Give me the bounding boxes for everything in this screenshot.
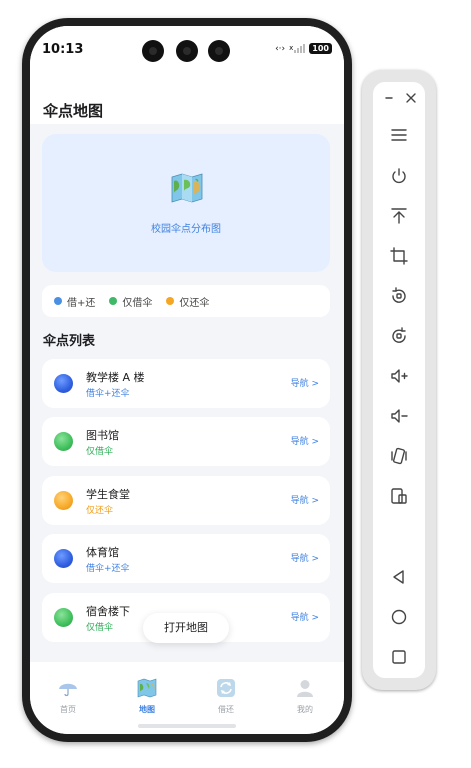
station-type: 仅借伞 [86, 623, 114, 633]
legend-dot-green [109, 297, 118, 305]
close-button[interactable] [397, 86, 425, 110]
map-card-label: 校园伞点分布图 [151, 224, 221, 235]
shake-icon [391, 447, 407, 465]
tab-borrow-return[interactable]: 借还 [196, 678, 256, 715]
volume-up-icon [391, 369, 408, 383]
station-status-ball [54, 608, 73, 627]
legend-dot-blue [54, 297, 62, 305]
legend-item-borrow-only: 仅借伞 [109, 294, 152, 309]
status-icons: ‹·› x 100 [275, 43, 332, 54]
minimize-button[interactable] [373, 86, 399, 110]
station-type: 仅还伞 [86, 506, 114, 516]
station-status-ball [54, 491, 73, 510]
phone-screen: 10:13 ‹·› x 100 伞点地图 校园伞点分布图 借+还 仅借伞 仅还伞… [30, 26, 344, 734]
navigate-link[interactable]: 导航 > [291, 434, 319, 447]
crop-icon [390, 247, 408, 265]
legend-bar: 借+还 仅借伞 仅还伞 [42, 285, 330, 317]
legend-label: 仅借伞 [122, 297, 153, 309]
tab-map[interactable]: 地图 [117, 678, 177, 715]
station-status-ball [54, 432, 73, 451]
data-transfer-icon: ‹·› [275, 43, 286, 54]
menu-button[interactable] [373, 123, 425, 147]
umbrella-icon [59, 683, 77, 697]
phone-frame: 10:13 ‹·› x 100 伞点地图 校园伞点分布图 借+还 仅借伞 仅还伞… [22, 18, 352, 742]
menu-icon [391, 129, 407, 141]
navigate-link[interactable]: 导航 > [291, 376, 319, 389]
station-name: 学生食堂 [86, 488, 130, 501]
camera-icon [176, 40, 198, 62]
tab-label: 地图 [139, 705, 155, 714]
station-status-ball [54, 549, 73, 568]
rotate-right-button[interactable] [373, 324, 425, 348]
legend-label: 仅还伞 [179, 297, 210, 309]
legend-item-return-only: 仅还伞 [166, 294, 209, 309]
rotate-left-button[interactable] [373, 284, 425, 308]
always-on-top-button[interactable] [373, 204, 425, 228]
screenshot-button[interactable] [373, 484, 425, 508]
tab-label: 借还 [218, 705, 234, 714]
legend-item-borrow-return: 借+还 [54, 294, 95, 309]
station-name: 体育馆 [86, 546, 119, 559]
pin-top-icon [391, 208, 407, 224]
station-item[interactable]: 图书馆 仅借伞 导航 > [42, 417, 330, 466]
crop-button[interactable] [373, 244, 425, 268]
camera-icon [208, 40, 230, 62]
camera-icon [142, 40, 164, 62]
overview-icon [392, 650, 406, 664]
station-item[interactable]: 体育馆 借伞+还伞 导航 > [42, 534, 330, 583]
emulator-toolbar-panel [373, 82, 425, 678]
signal-icon: x [289, 44, 306, 53]
legend-dot-orange [166, 297, 175, 305]
rotate-right-icon [392, 327, 406, 343]
refresh-icon [217, 679, 235, 697]
tab-label: 我的 [297, 705, 313, 714]
station-name: 宿舍楼下 [86, 605, 130, 618]
navigate-link[interactable]: 导航 > [291, 610, 319, 623]
page-title: 伞点地图 [43, 102, 104, 120]
navigate-link[interactable]: 导航 > [291, 493, 319, 506]
tab-profile[interactable]: 我的 [275, 678, 335, 715]
folded-map-icon [171, 173, 203, 203]
user-icon [297, 680, 313, 697]
tab-home[interactable]: 首页 [38, 678, 98, 715]
home-icon [391, 609, 407, 625]
home-indicator[interactable] [138, 724, 236, 728]
station-list-title: 伞点列表 [43, 334, 96, 349]
campus-map-card[interactable]: 校园伞点分布图 [42, 134, 330, 272]
station-name: 教学楼 A 楼 [86, 371, 145, 384]
status-bar: 10:13 ‹·› x 100 [30, 26, 344, 74]
home-button[interactable] [373, 605, 425, 629]
screenshot-icon [391, 488, 407, 504]
volume-down-button[interactable] [373, 404, 425, 428]
station-name: 图书馆 [86, 429, 119, 442]
tab-label: 首页 [60, 705, 76, 714]
open-map-button[interactable]: 打开地图 [143, 613, 229, 643]
battery-indicator: 100 [309, 43, 332, 54]
power-icon [392, 168, 406, 184]
map-icon [137, 678, 157, 698]
emulator-toolbar [362, 70, 436, 690]
navigate-link[interactable]: 导航 > [291, 551, 319, 564]
overview-button[interactable] [373, 645, 425, 669]
back-icon [393, 570, 404, 584]
page-header: 伞点地图 [30, 74, 344, 124]
station-type: 借伞+还伞 [86, 389, 130, 399]
status-time: 10:13 [42, 42, 84, 57]
shake-button[interactable] [373, 444, 425, 468]
volume-down-icon [391, 409, 408, 423]
volume-up-button[interactable] [373, 364, 425, 388]
close-icon [406, 93, 416, 103]
station-status-ball [54, 374, 73, 393]
station-item[interactable]: 学生食堂 仅还伞 导航 > [42, 476, 330, 525]
back-button[interactable] [373, 565, 425, 589]
power-button[interactable] [373, 164, 425, 188]
station-type: 仅借伞 [86, 447, 114, 457]
station-type: 借伞+还伞 [86, 564, 130, 574]
legend-label: 借+还 [67, 297, 96, 309]
rotate-left-icon [392, 287, 406, 303]
station-item[interactable]: 教学楼 A 楼 借伞+还伞 导航 > [42, 359, 330, 408]
